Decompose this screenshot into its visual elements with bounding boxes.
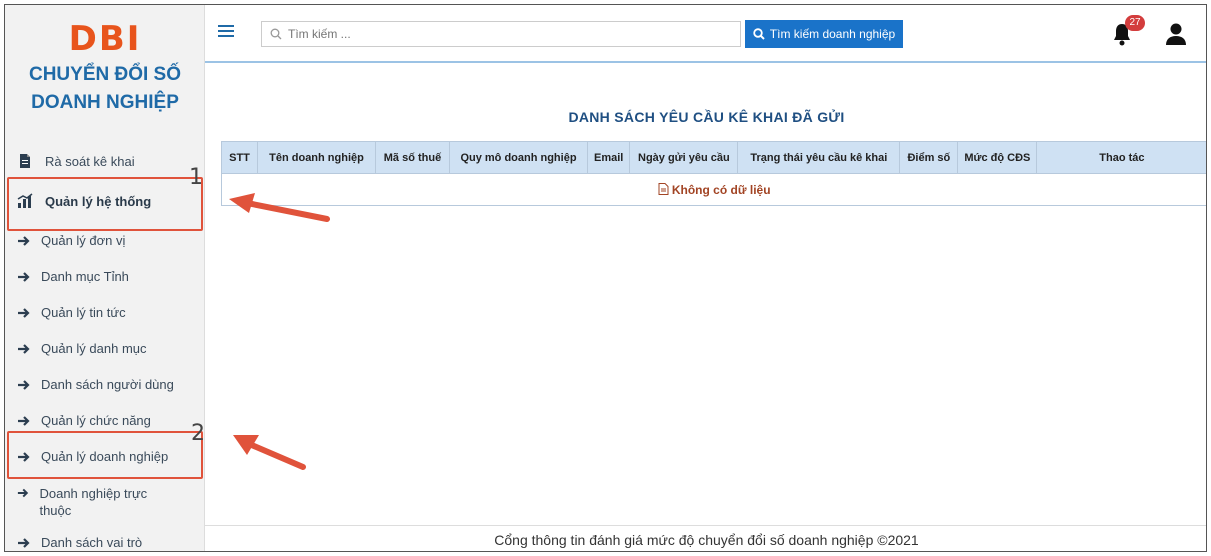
- search-icon: [753, 28, 765, 40]
- menu-icon[interactable]: [218, 25, 234, 37]
- column-header: Điểm số: [899, 141, 959, 174]
- sidebar-item-categories[interactable]: Quản lý danh mục: [17, 341, 147, 356]
- sidebar: DBI CHUYỂN ĐỔI SỐ DOANH NGHIỆP Rà soát k…: [5, 5, 205, 551]
- annotation-arrow-1: [229, 193, 330, 222]
- requests-table: STT Tên doanh nghiệp Mã số thuế Quy mô d…: [220, 141, 1206, 206]
- sidebar-item-label: Danh sách vai trò: [41, 535, 143, 550]
- sidebar-item-label: Quản lý chức năng: [41, 413, 151, 428]
- document-icon: [658, 182, 669, 195]
- logo: DBI: [68, 19, 142, 59]
- arrow-right-icon: [18, 537, 30, 548]
- column-header: Email: [586, 141, 631, 174]
- sidebar-item-functions[interactable]: Quản lý chức năng: [17, 413, 151, 428]
- arrow-right-icon: [18, 307, 30, 318]
- column-header: Mức độ CĐS: [957, 141, 1038, 174]
- sidebar-item-provinces[interactable]: Danh mục Tỉnh: [17, 269, 129, 284]
- arrow-right-icon: [18, 271, 30, 282]
- main-content: DANH SÁCH YÊU CẦU KÊ KHAI ĐÃ GỬI STT Tên…: [205, 65, 1206, 551]
- user-icon[interactable]: [1165, 22, 1187, 46]
- footer: Cổng thông tin đánh giá mức độ chuyển đổ…: [205, 525, 1206, 551]
- arrow-right-icon: [18, 415, 30, 426]
- logo-subtitle-line2: DOANH NGHIỆP: [31, 92, 179, 113]
- column-header: Mã số thuế: [375, 141, 450, 174]
- highlight-box-2: [7, 431, 203, 479]
- notification-badge: 27: [1125, 15, 1145, 31]
- top-bar: Tìm kiếm doanh nghiệp 27: [205, 5, 1206, 63]
- page-title: DANH SÁCH YÊU CẦU KÊ KHAI ĐÃ GỬI: [568, 109, 845, 125]
- column-header: STT: [221, 141, 258, 174]
- empty-state-text: Không có dữ liệu: [671, 182, 771, 197]
- sidebar-item-label: Danh mục Tỉnh: [41, 269, 129, 284]
- search-enterprise-label: Tìm kiếm doanh nghiệp: [769, 27, 896, 41]
- column-header: Quy mô doanh nghiệp: [449, 141, 588, 174]
- column-header: Tên doanh nghiệp: [257, 141, 376, 174]
- column-header: Ngày gửi yêu cầu: [629, 141, 739, 174]
- sidebar-item-label: Quản lý danh mục: [41, 341, 147, 356]
- sidebar-item-label: Rà soát kê khai: [45, 153, 135, 169]
- callout-number-1: 1: [189, 165, 203, 190]
- arrow-right-icon: [17, 488, 29, 498]
- arrow-right-icon: [18, 343, 30, 354]
- app-window: DBI CHUYỂN ĐỔI SỐ DOANH NGHIỆP Rà soát k…: [4, 4, 1207, 552]
- callout-number-2: 2: [191, 421, 205, 446]
- column-header: Thao tác: [1036, 141, 1206, 174]
- highlight-box-1: [7, 177, 203, 231]
- sidebar-item-news[interactable]: Quản lý tin tức: [17, 305, 126, 320]
- arrow-right-icon: [18, 235, 30, 246]
- sidebar-item-subsidiaries[interactable]: Doanh nghiệp trực thuộc: [17, 485, 167, 519]
- sidebar-item-label: Quản lý đơn vị: [41, 233, 126, 248]
- annotation-arrow-2: [233, 435, 306, 470]
- sidebar-item-roles[interactable]: Danh sách vai trò: [17, 535, 142, 550]
- table-row: Không có dữ liệu: [220, 173, 1206, 206]
- empty-state: Không có dữ liệu: [220, 173, 1206, 206]
- search-icon: [270, 28, 282, 40]
- sidebar-item-users[interactable]: Danh sách người dùng: [17, 377, 174, 392]
- search-input[interactable]: [288, 27, 728, 41]
- sidebar-item-label: Quản lý tin tức: [41, 305, 126, 320]
- sidebar-item-review[interactable]: Rà soát kê khai: [17, 153, 135, 169]
- arrow-right-icon: [18, 379, 30, 390]
- search-enterprise-button[interactable]: Tìm kiếm doanh nghiệp: [745, 20, 903, 48]
- sidebar-item-units[interactable]: Quản lý đơn vị: [17, 233, 125, 248]
- column-header: Trạng thái yêu cầu kê khai: [737, 141, 901, 174]
- sidebar-item-label: Doanh nghiệp trực thuộc: [39, 486, 148, 518]
- search-box[interactable]: [261, 21, 741, 47]
- logo-subtitle: CHUYỂN ĐỔI SỐ DOANH NGHIỆP: [5, 61, 205, 117]
- logo-subtitle-line1: CHUYỂN ĐỔI SỐ: [28, 64, 182, 85]
- sidebar-item-label: Danh sách người dùng: [41, 377, 174, 392]
- document-icon: [20, 154, 30, 168]
